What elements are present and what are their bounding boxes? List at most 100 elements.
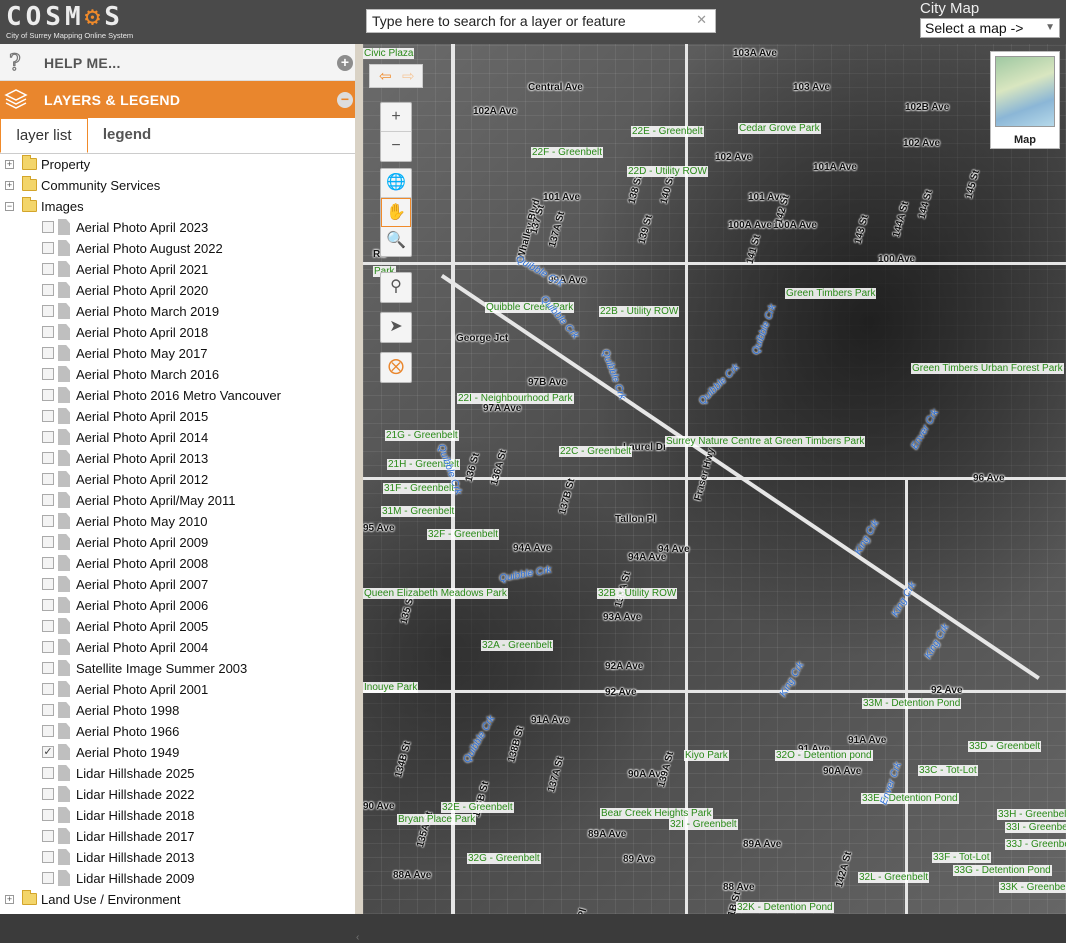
cosmos-logo[interactable]: COSM⚙S City of Surrey Mapping Online Sys… — [6, 3, 156, 41]
layer-checkbox[interactable] — [42, 263, 54, 275]
layers-legend-bar[interactable]: LAYERS & LEGEND − — [0, 81, 355, 118]
collapse-icon[interactable]: − — [5, 202, 14, 211]
zoom-out-button[interactable]: − — [381, 132, 411, 161]
layer-checkbox[interactable] — [42, 494, 54, 506]
layer-checkbox[interactable] — [42, 557, 54, 569]
layer-item[interactable]: Aerial Photo April 2004 — [0, 637, 355, 658]
layer-checkbox[interactable] — [42, 473, 54, 485]
layer-item[interactable]: Lidar Hillshade 2009 — [0, 868, 355, 889]
layer-checkbox[interactable] — [42, 683, 54, 695]
park-label: 31M - Greenbelt — [381, 506, 456, 517]
layer-checkbox[interactable] — [42, 809, 54, 821]
layer-item[interactable]: Aerial Photo May 2017 — [0, 343, 355, 364]
locate-arrow-icon[interactable]: ➤ — [381, 313, 411, 342]
zoom-in-button[interactable]: + — [381, 103, 411, 132]
clear-search-icon[interactable]: ✕ — [696, 12, 707, 28]
layer-item[interactable]: Aerial Photo April 2009 — [0, 532, 355, 553]
panel-splitter[interactable]: ‹ — [355, 44, 363, 943]
layer-checkbox[interactable] — [42, 410, 54, 422]
layer-checkbox[interactable] — [42, 368, 54, 380]
layer-checkbox[interactable]: ✓ — [42, 746, 54, 758]
clear-icon[interactable]: ⨂ — [381, 353, 411, 382]
layer-item[interactable]: Aerial Photo April 2015 — [0, 406, 355, 427]
tab-layer-list[interactable]: layer list — [0, 118, 88, 153]
layer-checkbox[interactable] — [42, 221, 54, 233]
layer-item[interactable]: Aerial Photo April 2005 — [0, 616, 355, 637]
layer-checkbox[interactable] — [42, 452, 54, 464]
layer-item[interactable]: Lidar Hillshade 2018 — [0, 805, 355, 826]
layer-checkbox[interactable] — [42, 599, 54, 611]
layer-item[interactable]: Aerial Photo April 2008 — [0, 553, 355, 574]
layer-item[interactable]: ✓ Aerial Photo 1949 — [0, 742, 355, 763]
expand-icon[interactable]: + — [337, 55, 353, 71]
layer-item[interactable]: Aerial Photo 1966 — [0, 721, 355, 742]
layer-checkbox[interactable] — [42, 515, 54, 527]
layer-checkbox[interactable] — [42, 431, 54, 443]
layer-item[interactable]: Lidar Hillshade 2017 — [0, 826, 355, 847]
layer-item[interactable]: Aerial Photo 2016 Metro Vancouver — [0, 385, 355, 406]
layer-checkbox[interactable] — [42, 704, 54, 716]
layer-checkbox[interactable] — [42, 725, 54, 737]
globe-icon[interactable]: 🌐 — [381, 169, 411, 198]
collapse-icon[interactable]: − — [337, 92, 353, 108]
layer-checkbox[interactable] — [42, 389, 54, 401]
svg-text:?: ? — [9, 51, 21, 74]
layer-item[interactable]: Aerial Photo April 2012 — [0, 469, 355, 490]
layer-checkbox[interactable] — [42, 767, 54, 779]
layer-checkbox[interactable] — [42, 578, 54, 590]
layer-group[interactable]: + Land Use / Environment — [0, 889, 355, 910]
layer-item[interactable]: Aerial Photo April 2006 — [0, 595, 355, 616]
layer-item[interactable]: Aerial Photo April 2021 — [0, 259, 355, 280]
layer-checkbox[interactable] — [42, 830, 54, 842]
layer-item[interactable]: Aerial Photo 1998 — [0, 700, 355, 721]
layer-checkbox[interactable] — [42, 851, 54, 863]
layer-checkbox[interactable] — [42, 788, 54, 800]
expand-icon[interactable]: + — [5, 895, 14, 904]
layer-item[interactable]: Aerial Photo May 2010 — [0, 511, 355, 532]
layer-item[interactable]: Lidar Hillshade 2025 — [0, 763, 355, 784]
layer-item[interactable]: Lidar Hillshade 2013 — [0, 847, 355, 868]
city-map-select[interactable]: Select a map -> ▼ — [920, 18, 1060, 38]
layer-checkbox[interactable] — [42, 872, 54, 884]
layer-checkbox[interactable] — [42, 347, 54, 359]
tab-legend[interactable]: legend — [96, 118, 158, 153]
collapse-panel-icon[interactable]: ‹ — [356, 932, 359, 943]
layer-checkbox[interactable] — [42, 305, 54, 317]
layer-item[interactable]: Aerial Photo April 2001 — [0, 679, 355, 700]
search-icon[interactable]: ⚲ — [381, 273, 411, 302]
help-bar[interactable]: ? HELP ME... + — [0, 44, 355, 81]
layer-item[interactable]: Lidar Hillshade 2022 — [0, 784, 355, 805]
layer-item[interactable]: Aerial Photo August 2022 — [0, 238, 355, 259]
layer-checkbox[interactable] — [42, 326, 54, 338]
layer-checkbox[interactable] — [42, 662, 54, 674]
expand-icon[interactable]: + — [5, 181, 14, 190]
layer-group[interactable]: + Community Services — [0, 175, 355, 196]
layer-item[interactable]: Aerial Photo March 2016 — [0, 364, 355, 385]
forward-arrow-icon[interactable]: ⇨ — [402, 67, 415, 85]
layers-icon — [4, 89, 28, 109]
layer-group[interactable]: + Property — [0, 154, 355, 175]
layer-item-label: Aerial Photo April 2008 — [76, 556, 209, 571]
layer-checkbox[interactable] — [42, 284, 54, 296]
layer-item[interactable]: Satellite Image Summer 2003 — [0, 658, 355, 679]
layer-item[interactable]: Aerial Photo April 2018 — [0, 322, 355, 343]
layer-checkbox[interactable] — [42, 242, 54, 254]
layer-item[interactable]: Aerial Photo April 2020 — [0, 280, 355, 301]
layer-item[interactable]: Aerial Photo April/May 2011 — [0, 490, 355, 511]
zoom-area-icon[interactable]: 🔍 — [381, 227, 411, 256]
map-view[interactable]: 103A Ave Central Ave 103 Ave 102A Ave 102B A… — [363, 44, 1066, 914]
layer-checkbox[interactable] — [42, 536, 54, 548]
layer-item[interactable]: Aerial Photo April 2013 — [0, 448, 355, 469]
expand-icon[interactable]: + — [5, 160, 14, 169]
layer-checkbox[interactable] — [42, 620, 54, 632]
pan-hand-icon[interactable]: ✋ — [381, 198, 411, 227]
layer-item[interactable]: Aerial Photo April 2014 — [0, 427, 355, 448]
layer-item[interactable]: Aerial Photo April 2007 — [0, 574, 355, 595]
layer-group[interactable]: − Images — [0, 196, 355, 217]
layer-item[interactable]: Aerial Photo April 2023 — [0, 217, 355, 238]
back-arrow-icon[interactable]: ⇦ — [379, 67, 392, 85]
layer-item[interactable]: Aerial Photo March 2019 — [0, 301, 355, 322]
layer-checkbox[interactable] — [42, 641, 54, 653]
overview-map-button[interactable]: Map — [990, 51, 1060, 149]
search-input[interactable] — [367, 10, 692, 32]
